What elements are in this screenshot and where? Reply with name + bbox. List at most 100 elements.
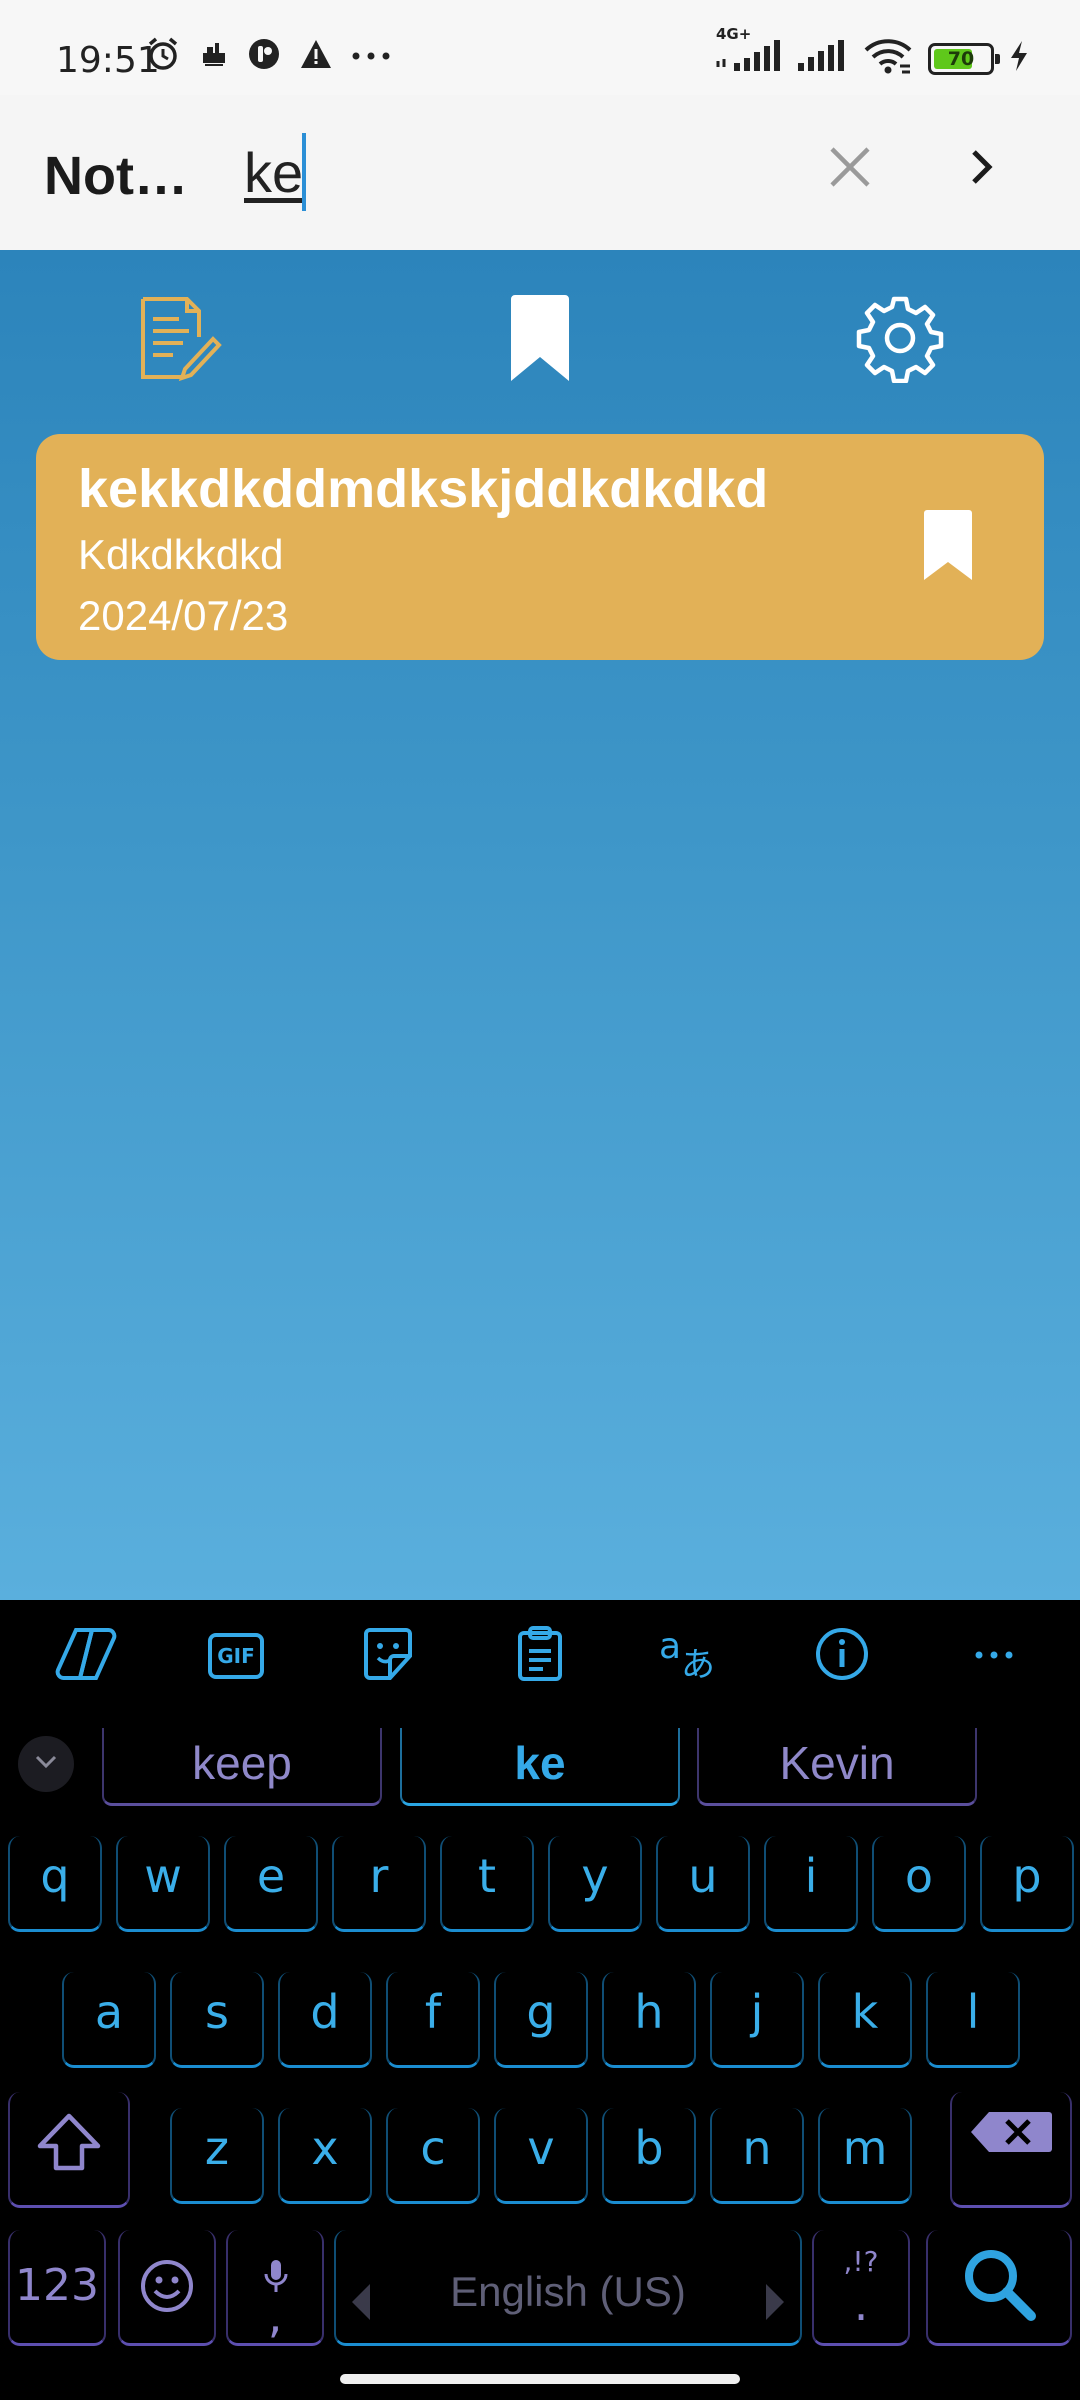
app-icon: [247, 37, 281, 76]
alarm-icon: [145, 36, 181, 77]
search-header: Not… ke: [0, 95, 1080, 250]
svg-text:あ: あ: [681, 1645, 715, 1682]
bookmark-icon: [922, 510, 974, 584]
suggestion-row: keep ke Kevin: [0, 1728, 1080, 1808]
suggestion-ke[interactable]: ke: [400, 1728, 680, 1806]
chevron-down-icon: [34, 1754, 58, 1775]
text-cursor: [302, 133, 306, 211]
key-h[interactable]: h: [602, 1972, 696, 2068]
key-w[interactable]: w: [116, 1836, 210, 1932]
search-key[interactable]: [926, 2230, 1072, 2346]
key-u[interactable]: u: [656, 1836, 750, 1932]
numbers-key[interactable]: 123: [8, 2230, 106, 2346]
copilot-button[interactable]: [54, 1624, 118, 1688]
tab-settings[interactable]: [840, 280, 960, 400]
cloud-sync-icon: [199, 39, 229, 74]
app-title: Not…: [44, 146, 188, 206]
key-x[interactable]: x: [278, 2108, 372, 2204]
clear-search-button[interactable]: [818, 137, 882, 201]
suggestion-kevin[interactable]: Kevin: [697, 1728, 977, 1806]
sticker-icon: [360, 1626, 416, 1687]
chevron-right-icon: [762, 2266, 786, 2346]
svg-text:a: a: [659, 1626, 681, 1667]
key-c[interactable]: c: [386, 2108, 480, 2204]
status-icons-right: 4G+ 70: [714, 25, 1030, 81]
signal-icon: 4G+: [714, 25, 782, 80]
more-icon: [974, 1647, 1014, 1665]
more-button[interactable]: [962, 1624, 1026, 1688]
keyboard-toolbar: GIF aあ: [0, 1600, 1080, 1708]
key-o[interactable]: o: [872, 1836, 966, 1932]
key-j[interactable]: j: [710, 1972, 804, 2068]
note-date: 2024/07/23: [78, 592, 289, 639]
note-bookmark-button[interactable]: [922, 510, 982, 590]
translate-icon: aあ: [659, 1626, 721, 1687]
key-y[interactable]: y: [548, 1836, 642, 1932]
key-p[interactable]: p: [980, 1836, 1074, 1932]
warning-icon: [299, 38, 333, 75]
key-l[interactable]: l: [926, 1972, 1020, 2068]
key-r[interactable]: r: [332, 1836, 426, 1932]
info-icon: [814, 1626, 870, 1687]
key-t[interactable]: t: [440, 1836, 534, 1932]
space-label: English (US): [450, 2268, 686, 2315]
shift-icon: [36, 2113, 102, 2183]
tab-bookmarks[interactable]: [480, 280, 600, 400]
key-s[interactable]: s: [170, 1972, 264, 2068]
search-input[interactable]: ke: [244, 140, 303, 205]
chevron-right-icon: [969, 149, 995, 190]
note-card[interactable]: kekkdkddmdkskjddkdkdkd Kdkdkkdkd 2024/07…: [36, 434, 1044, 660]
key-n[interactable]: n: [710, 2108, 804, 2204]
bookmark-icon: [507, 294, 573, 386]
network-label: 4G+: [716, 25, 752, 43]
sticker-button[interactable]: [356, 1624, 420, 1688]
signal-icon: [796, 37, 848, 80]
key-a[interactable]: a: [62, 1972, 156, 2068]
charging-icon: [1008, 39, 1030, 78]
wifi-icon: [862, 36, 914, 81]
key-i[interactable]: i: [764, 1836, 858, 1932]
main-content: kekkdkddmdkskjddkdkdkd Kdkdkkdkd 2024/07…: [0, 250, 1080, 1600]
key-q[interactable]: q: [8, 1836, 102, 1932]
key-v[interactable]: v: [494, 2108, 588, 2204]
close-icon: [828, 145, 872, 194]
gif-icon: GIF: [208, 1633, 264, 1679]
clipboard-icon: [516, 1625, 564, 1688]
key-m[interactable]: m: [818, 2108, 912, 2204]
shift-key[interactable]: [8, 2092, 130, 2208]
period-label: .: [853, 2277, 869, 2331]
emoji-key[interactable]: [118, 2230, 216, 2346]
period-key[interactable]: ,!? .: [812, 2230, 910, 2346]
status-bar: 19:51 4G+ 70: [0, 0, 1080, 95]
battery-level: 70: [947, 47, 975, 70]
emoji-icon: [139, 2260, 195, 2325]
status-icons-left: [145, 36, 391, 77]
note-body: Kdkdkkdkd: [78, 531, 284, 578]
clipboard-button[interactable]: [508, 1624, 572, 1688]
key-d[interactable]: d: [278, 1972, 372, 2068]
key-e[interactable]: e: [224, 1836, 318, 1932]
tab-bar: [0, 280, 1080, 400]
translate-button[interactable]: aあ: [658, 1624, 722, 1688]
keyboard: GIF aあ keep ke Kevin q w e r t y u i o p…: [0, 1600, 1080, 2400]
suggestion-keep[interactable]: keep: [102, 1728, 382, 1806]
gear-icon: [855, 293, 945, 388]
copilot-icon: [54, 1626, 118, 1687]
key-f[interactable]: f: [386, 1972, 480, 2068]
key-g[interactable]: g: [494, 1972, 588, 2068]
space-key[interactable]: English (US): [334, 2230, 802, 2346]
backspace-icon: [969, 2111, 1053, 2165]
key-z[interactable]: z: [170, 2108, 264, 2204]
gif-button[interactable]: GIF: [204, 1624, 268, 1688]
key-k[interactable]: k: [818, 1972, 912, 2068]
info-button[interactable]: [810, 1624, 874, 1688]
comma-key[interactable]: ,: [226, 2230, 324, 2346]
comma-label: ,: [267, 2289, 283, 2343]
backspace-key[interactable]: [950, 2092, 1072, 2208]
note-title: kekkdkddmdkskjddkdkdkd: [78, 459, 769, 519]
key-b[interactable]: b: [602, 2108, 696, 2204]
collapse-keyboard-button[interactable]: [18, 1736, 74, 1792]
battery-icon: 70: [928, 42, 1000, 75]
search-next-button[interactable]: [950, 137, 1014, 201]
tab-notes[interactable]: [118, 280, 238, 400]
